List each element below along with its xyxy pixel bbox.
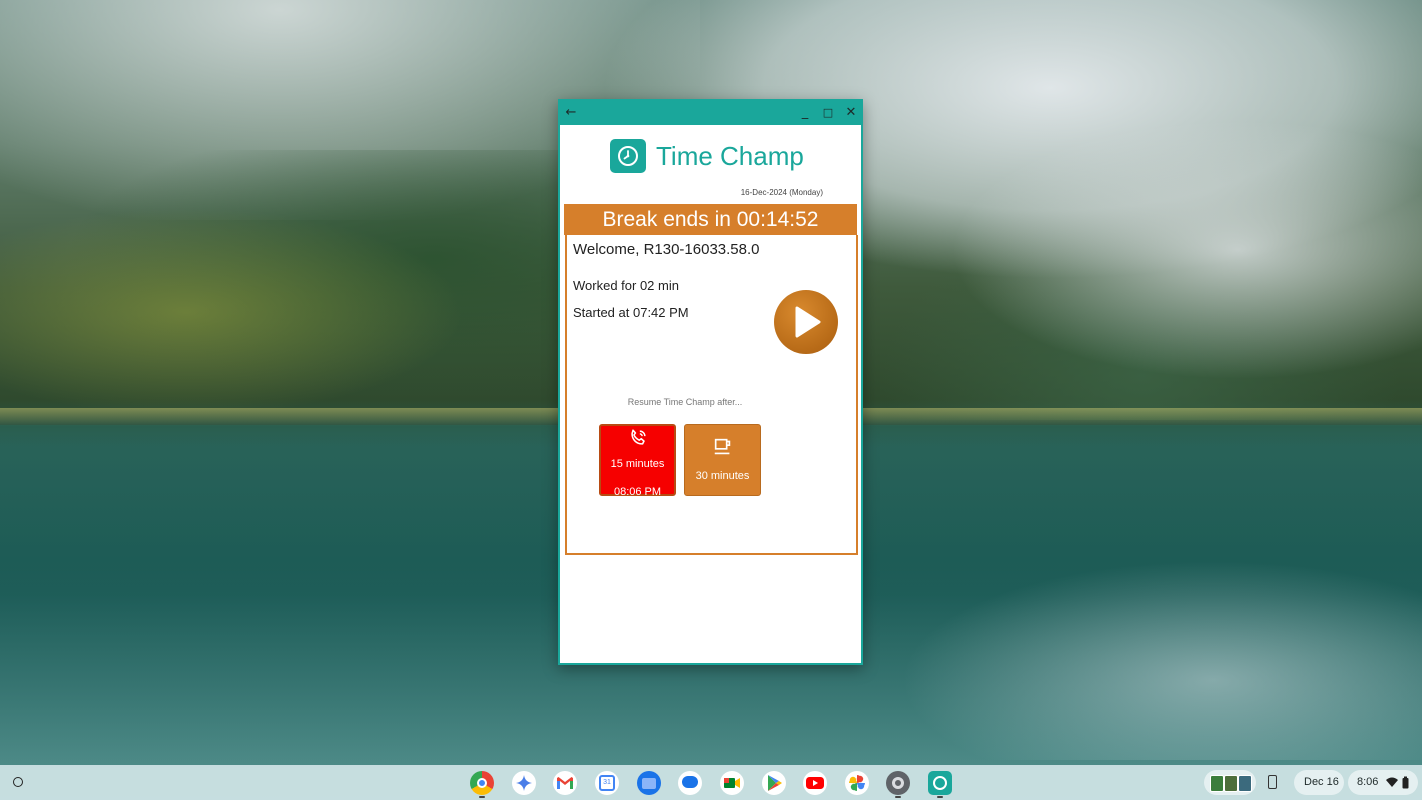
gemini-icon[interactable] — [512, 771, 536, 795]
status-tray[interactable]: 8:06 — [1348, 770, 1418, 795]
messages-icon[interactable] — [678, 771, 702, 795]
wifi-icon — [1386, 777, 1398, 787]
wallpaper-fog-far — [950, 120, 1422, 380]
worked-duration: Worked for 02 min — [573, 278, 679, 293]
option-15-label: 15 minutes — [610, 458, 665, 470]
resume-after-label: Resume Time Champ after... — [627, 397, 743, 407]
resume-play-button[interactable] — [774, 290, 838, 354]
play-icon — [795, 306, 821, 338]
holding-space-tray[interactable] — [1204, 770, 1256, 795]
time-champ-running-indicator — [937, 796, 943, 798]
phone-icon — [630, 429, 646, 445]
settings-gear-icon[interactable] — [886, 771, 910, 795]
maximize-button[interactable]: □ — [817, 101, 839, 125]
youtube-icon[interactable] — [803, 771, 827, 795]
option-15-end-time: 08:06 PM — [613, 486, 662, 498]
minimize-button[interactable]: _ — [794, 101, 816, 125]
settings-running-indicator — [895, 796, 901, 798]
started-time: Started at 07:42 PM — [573, 305, 689, 320]
option-30-label: 30 minutes — [695, 470, 750, 482]
meet-icon[interactable] — [720, 771, 744, 795]
launcher-button[interactable] — [7, 771, 29, 793]
gmail-icon[interactable] — [553, 771, 577, 795]
play-store-icon[interactable] — [762, 771, 786, 795]
time-champ-window: ← _ □ ✕ Time Champ 16-Dec-2024 (Monday) … — [558, 99, 863, 665]
phone-hub-icon[interactable] — [1268, 775, 1277, 789]
current-date: 16-Dec-2024 (Monday) — [740, 188, 823, 197]
date-tray[interactable]: Dec 16 — [1294, 770, 1344, 795]
coffee-cup-icon — [714, 438, 730, 455]
back-button[interactable]: ← — [560, 101, 582, 125]
chrome-icon[interactable] — [470, 771, 494, 795]
launcher-icon — [13, 777, 23, 787]
calendar-day: 31 — [599, 775, 615, 791]
wallpaper-lake-fog — [900, 560, 1422, 760]
break-option-30-minutes[interactable]: 30 minutes — [684, 424, 761, 496]
chrome-running-indicator — [479, 796, 485, 798]
session-panel: Welcome, R130-16033.58.0 Worked for 02 m… — [565, 235, 858, 555]
window-titlebar[interactable]: ← _ □ ✕ — [560, 101, 861, 125]
time-champ-taskbar-icon[interactable] — [928, 771, 952, 795]
taskbar: 31 Dec 16 8:06 — [0, 765, 1422, 800]
welcome-text: Welcome, R130-16033.58.0 — [573, 241, 760, 258]
time-champ-logo-icon — [610, 139, 646, 173]
break-countdown-banner: Break ends in 00:14:52 — [564, 204, 857, 235]
files-icon[interactable] — [637, 771, 661, 795]
close-button[interactable]: ✕ — [840, 101, 862, 125]
wallpaper-forest — [0, 150, 620, 420]
tray-date: Dec 16 — [1304, 776, 1339, 788]
app-title: Time Champ — [656, 141, 804, 171]
battery-icon — [1402, 776, 1409, 789]
calendar-icon[interactable]: 31 — [595, 771, 619, 795]
photos-icon[interactable] — [845, 771, 869, 795]
tray-time: 8:06 — [1357, 776, 1379, 788]
break-option-15-minutes[interactable]: 15 minutes 08:06 PM — [599, 424, 676, 498]
